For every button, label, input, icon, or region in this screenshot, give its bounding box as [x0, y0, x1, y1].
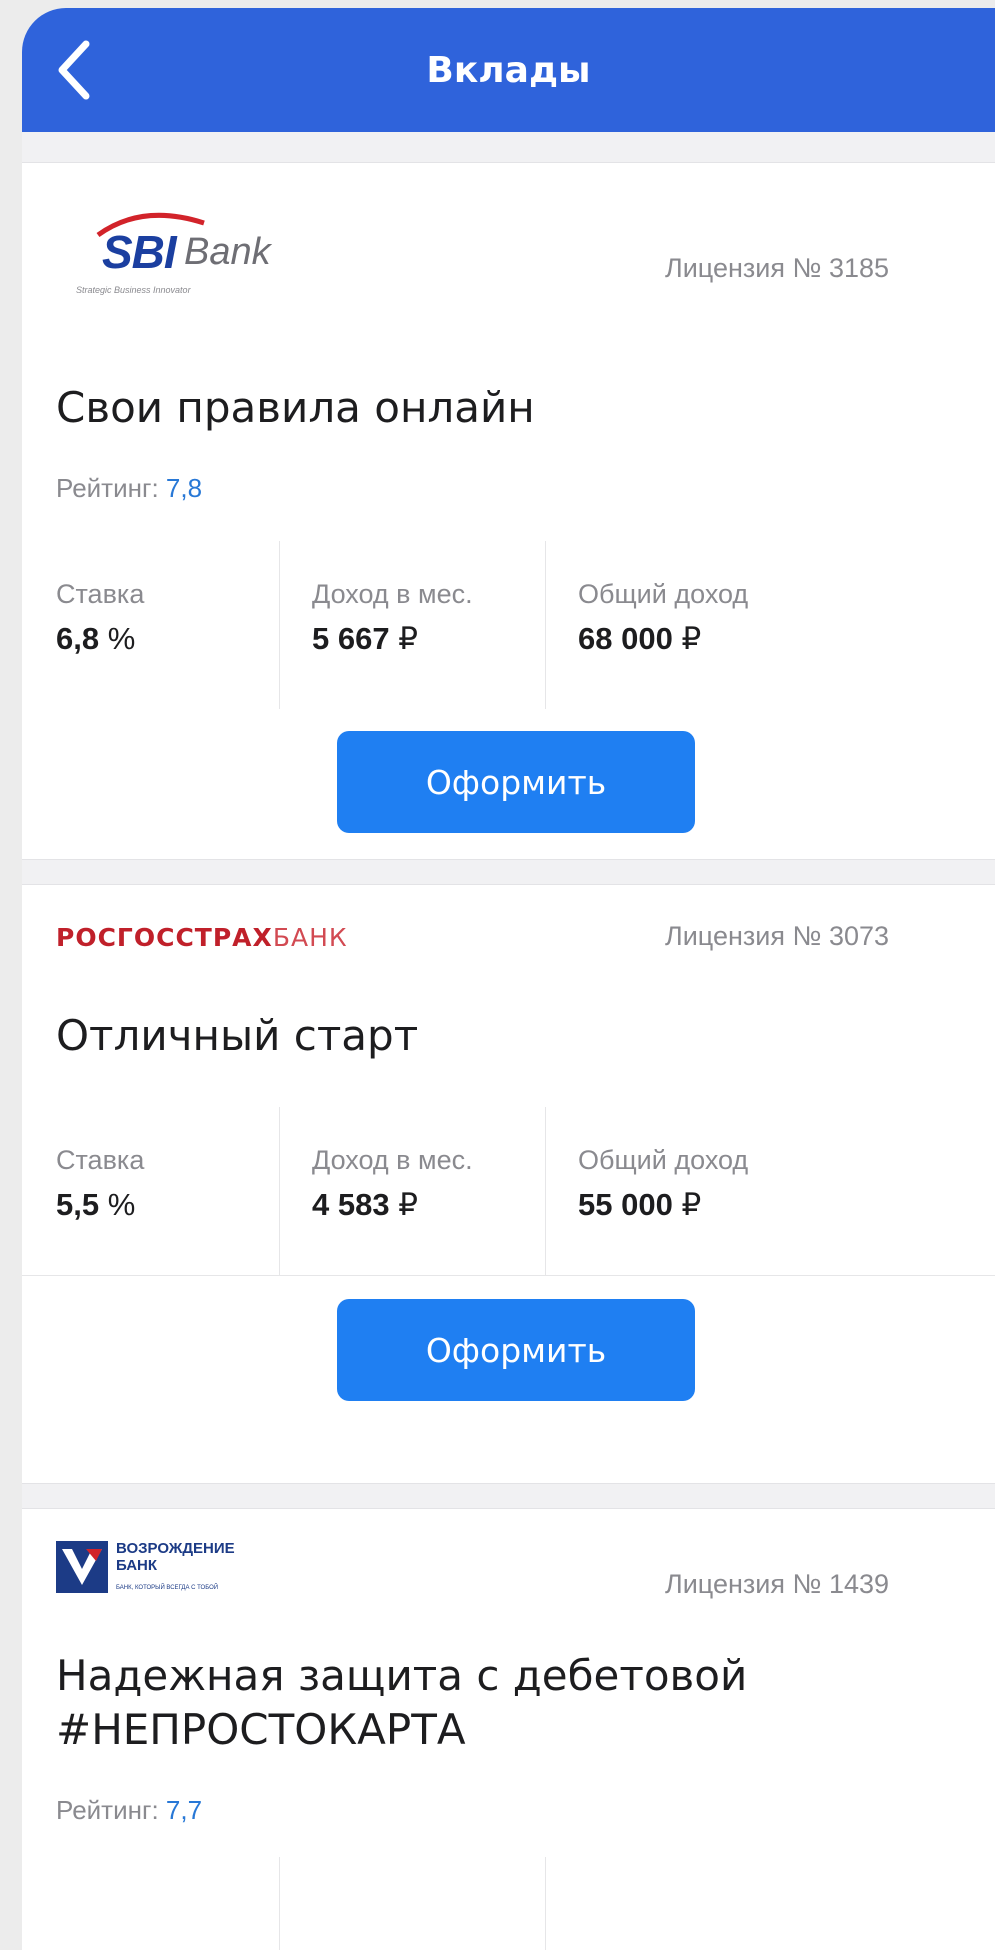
deposit-stats: Ставка 6,8 % Доход в мес. 5 667 ₽ Общий …: [22, 541, 995, 709]
page-title: Вклады: [426, 49, 591, 91]
stat-label: Ставка: [56, 579, 145, 609]
stat-label: Общий доход: [578, 1145, 749, 1175]
stat-value: 6,8 %: [56, 621, 136, 656]
logo-tagline: БАНК, КОТОРЫЙ ВСЕГДА С ТОБОЙ: [116, 1585, 219, 1591]
deposit-card: РОСГОССТРАХБАНК Лицензия № 3073 Отличный…: [22, 884, 995, 1484]
rating: Рейтинг: 7,8: [56, 473, 202, 504]
deposit-stats: [22, 1857, 995, 1950]
rating-value: 7,7: [165, 1795, 203, 1825]
stat-value: 5 667 ₽: [312, 621, 418, 656]
column-divider: [279, 541, 280, 709]
chevron-left-icon: [58, 40, 90, 100]
logo-text-secondary: Bank: [184, 231, 271, 273]
divider: [22, 1275, 995, 1276]
stat-label: Доход в мес.: [312, 579, 473, 609]
rosgosstrakh-bank-logo: РОСГОССТРАХБАНК: [56, 923, 348, 952]
column-divider: [545, 541, 546, 709]
apply-button[interactable]: Оформить: [337, 1299, 695, 1401]
stat-value: 68 000 ₽: [578, 621, 702, 656]
logo-text: ВОЗРОЖДЕНИЕ БАНК: [116, 1540, 235, 1574]
stat-label: Доход в мес.: [312, 1145, 473, 1175]
logo-text-secondary: БАНК: [272, 923, 348, 952]
sbi-bank-logo: SBI Bank Strategic Business Innovator: [56, 209, 296, 305]
license-number: Лицензия № 1439: [665, 1569, 890, 1599]
stat-value: 4 583 ₽: [312, 1187, 418, 1222]
logo-tagline: Strategic Business Innovator: [76, 285, 191, 295]
stat-value: 55 000 ₽: [578, 1187, 702, 1222]
deposit-title: Свои правила онлайн: [56, 383, 535, 432]
license-number: Лицензия № 3073: [665, 921, 890, 951]
v-logo-icon: [56, 1541, 108, 1593]
column-divider: [279, 1107, 280, 1275]
rating-label: Рейтинг:: [56, 1795, 159, 1825]
license-number: Лицензия № 3185: [665, 253, 890, 283]
phone-frame: Вклады SBI Bank Strategic Business Innov…: [0, 0, 995, 1950]
deposit-title-line: #НЕПРОСТОКАРТА: [56, 1704, 466, 1754]
column-divider: [279, 1857, 280, 1950]
deposit-card: ВОЗРОЖДЕНИЕ БАНК БАНК, КОТОРЫЙ ВСЕГДА С Т…: [22, 1508, 995, 1950]
back-button[interactable]: [44, 36, 104, 104]
rating: Рейтинг: 7,7: [56, 1795, 202, 1826]
stat-label: Общий доход: [578, 579, 749, 609]
app-screen: Вклады SBI Bank Strategic Business Innov…: [22, 8, 995, 1950]
apply-button[interactable]: Оформить: [337, 731, 695, 833]
deposit-title: Отличный старт: [56, 1011, 419, 1060]
deposit-stats: Ставка 5,5 % Доход в мес. 4 583 ₽ Общий …: [22, 1107, 995, 1275]
rating-label: Рейтинг:: [56, 473, 159, 503]
stat-label: Ставка: [56, 1145, 145, 1175]
column-divider: [545, 1857, 546, 1950]
deposit-card: SBI Bank Strategic Business Innovator Ли…: [22, 162, 995, 860]
deposit-title: Надежная защита с дебетовой #НЕПРОСТОКАР…: [56, 1649, 956, 1757]
stat-value: 5,5 %: [56, 1187, 136, 1222]
top-app-bar: Вклады: [22, 8, 995, 132]
rating-value: 7,8: [165, 473, 203, 503]
column-divider: [545, 1107, 546, 1275]
logo-text: SBI: [102, 226, 177, 278]
deposit-title-line: Надежная защита с дебетовой: [56, 1651, 748, 1700]
logo-text: РОСГОССТРАХ: [56, 923, 273, 952]
vozrozhdenie-bank-logo: ВОЗРОЖДЕНИЕ БАНК БАНК, КОТОРЫЙ ВСЕГДА С Т…: [56, 1540, 316, 1605]
